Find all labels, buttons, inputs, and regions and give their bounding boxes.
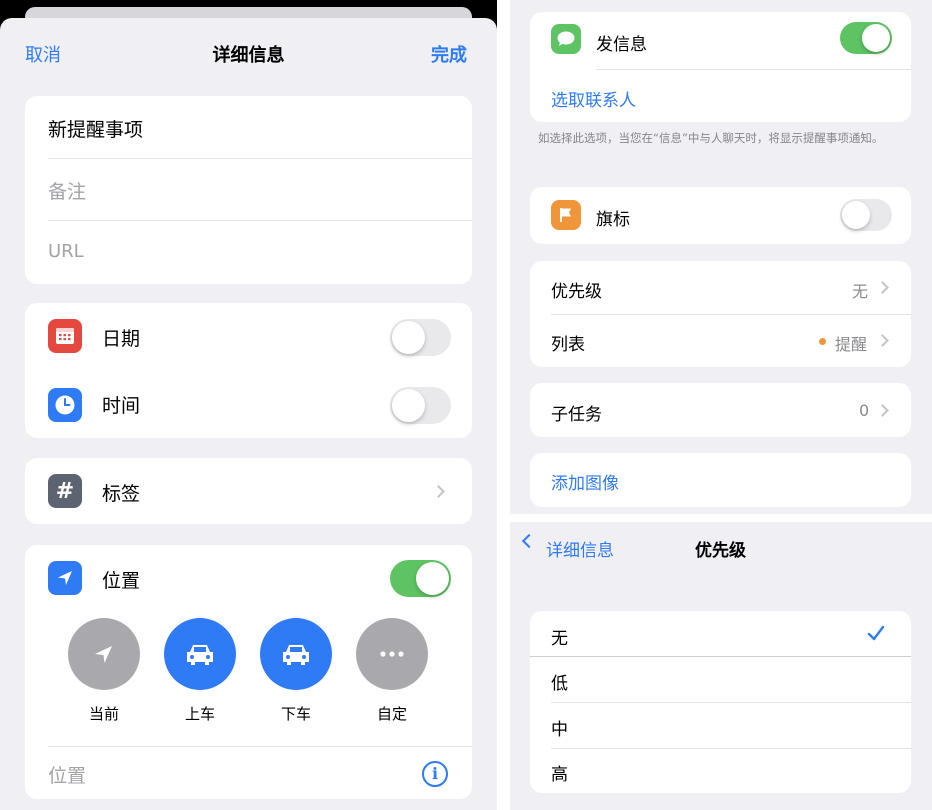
checkmark-icon	[867, 625, 885, 641]
details-sheet: 取消 详细信息 完成 新提醒事项 备注 URL 日期 时间 # 标签 位置 当前…	[0, 0, 497, 810]
priority-value: 无	[852, 282, 869, 301]
tags-row[interactable]: # 标签	[25, 458, 472, 524]
message-hint: 如选择此选项，当您在“信息”中与人聊天时，将显示提醒事项通知。	[538, 131, 884, 145]
notes-field[interactable]: 备注	[48, 177, 86, 204]
option-label: 低	[551, 674, 568, 694]
location-arrow-icon	[95, 646, 112, 663]
add-image-card: 添加图像	[530, 453, 911, 507]
toggle-knob	[862, 24, 890, 52]
priority-option-none[interactable]: 无	[530, 611, 911, 656]
toggle-knob	[392, 389, 425, 422]
priority-option-low[interactable]: 低	[530, 657, 911, 702]
toggle-knob	[392, 321, 425, 354]
flag-card: 旗标	[530, 187, 911, 244]
message-label: 发信息	[596, 35, 647, 55]
choose-contact-link[interactable]: 选取联系人	[551, 86, 636, 111]
location-field[interactable]: 位置	[48, 761, 86, 788]
divider	[48, 158, 472, 159]
subtasks-label: 子任务	[551, 405, 602, 425]
list-value: 提醒	[835, 335, 868, 354]
divider	[48, 746, 472, 747]
time-toggle[interactable]	[390, 387, 451, 424]
more-icon	[380, 651, 404, 657]
toggle-knob	[842, 201, 870, 229]
title-field[interactable]: 新提醒事项	[48, 115, 143, 142]
list-row[interactable]: 列表 提醒	[530, 314, 911, 367]
priority-options-list: 无 低 中 高	[530, 611, 911, 793]
chevron-right-icon	[876, 334, 889, 347]
done-button[interactable]: 完成	[431, 41, 467, 67]
getting-in-car-button[interactable]	[164, 618, 236, 690]
add-image-link[interactable]: 添加图像	[551, 469, 619, 494]
getting-out-car-button[interactable]	[260, 618, 332, 690]
time-label: 时间	[102, 395, 141, 417]
priority-row[interactable]: 优先级 无	[530, 261, 911, 314]
toggle-knob	[416, 562, 449, 595]
flag-icon	[551, 200, 581, 230]
subtasks-row[interactable]: 子任务 0	[530, 383, 911, 437]
message-card: 发信息 选取联系人	[530, 12, 911, 122]
car-icon	[187, 645, 213, 665]
current-location-label: 当前	[88, 705, 119, 723]
getting-out-car-label: 下车	[280, 705, 311, 723]
priority-list-card: 优先级 无 列表 提醒	[530, 261, 911, 367]
calendar-icon	[48, 319, 82, 353]
chevron-right-icon	[432, 485, 445, 498]
location-arrow-icon	[48, 561, 82, 595]
option-label: 高	[551, 765, 568, 785]
priority-picker-panel: 详细信息 优先级 无 低 中 高	[510, 522, 932, 810]
option-label: 中	[551, 720, 568, 740]
clock-icon	[48, 388, 82, 422]
list-label: 列表	[551, 335, 585, 355]
current-location-button[interactable]	[68, 618, 140, 690]
page-title: 详细信息	[212, 45, 285, 66]
flag-label: 旗标	[596, 210, 630, 230]
car-icon	[283, 645, 309, 665]
chevron-left-icon[interactable]	[521, 533, 537, 549]
date-label: 日期	[102, 328, 141, 350]
option-label: 无	[551, 629, 568, 649]
priority-option-high[interactable]: 高	[530, 749, 911, 793]
priority-label: 优先级	[551, 282, 602, 302]
priority-option-medium[interactable]: 中	[530, 703, 911, 748]
subtasks-count: 0	[859, 401, 870, 420]
date-time-card: 日期 时间	[25, 303, 472, 438]
divider	[596, 69, 911, 70]
location-toggle[interactable]	[390, 560, 451, 597]
chevron-right-icon	[876, 404, 889, 417]
divider	[48, 220, 472, 221]
url-field[interactable]: URL	[48, 241, 84, 262]
page-title: 优先级	[695, 541, 746, 561]
message-toggle[interactable]	[840, 22, 892, 54]
location-card: 位置 当前 上车 下车 自定 位置 i	[25, 545, 472, 799]
location-label: 位置	[102, 570, 141, 592]
getting-in-car-label: 上车	[184, 705, 215, 723]
tags-label: 标签	[102, 483, 141, 505]
details-continued-panel: 发信息 选取联系人 如选择此选项，当您在“信息”中与人聊天时，将显示提醒事项通知…	[510, 0, 932, 514]
list-color-dot	[819, 338, 826, 345]
message-icon	[551, 24, 581, 54]
info-icon[interactable]: i	[422, 761, 448, 787]
back-button[interactable]: 详细信息	[546, 536, 614, 561]
custom-location-button[interactable]	[356, 618, 428, 690]
chevron-right-icon	[876, 281, 889, 294]
text-fields-card: 新提醒事项 备注 URL	[25, 96, 472, 284]
hashtag-icon: #	[48, 474, 82, 508]
date-toggle[interactable]	[390, 319, 451, 356]
details-sheet-body: 取消 详细信息 完成 新提醒事项 备注 URL 日期 时间 # 标签 位置 当前…	[0, 18, 497, 810]
custom-location-label: 自定	[376, 705, 407, 723]
flag-toggle[interactable]	[840, 199, 892, 231]
